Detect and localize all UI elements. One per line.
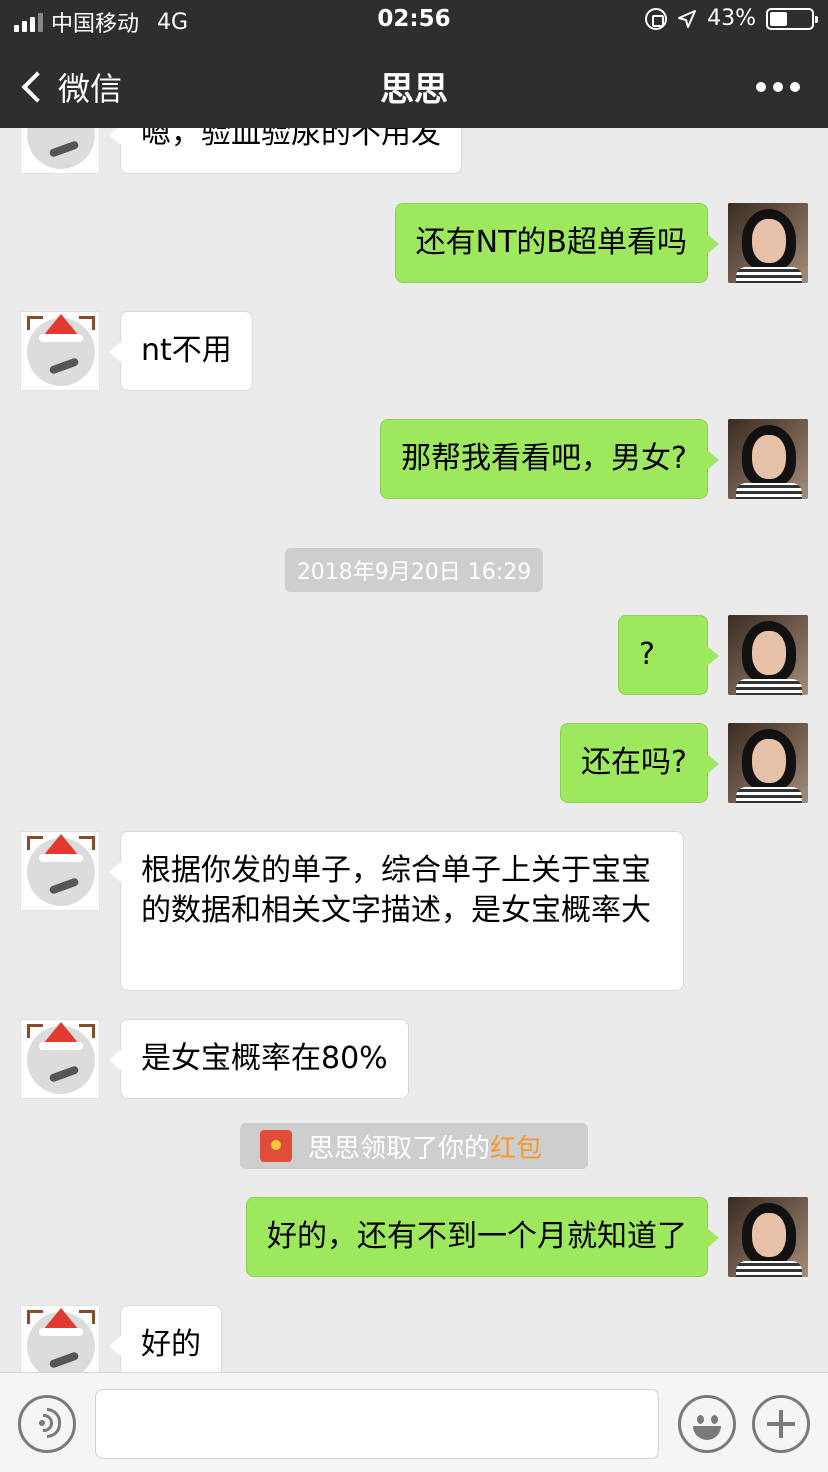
my-avatar[interactable] bbox=[728, 723, 808, 803]
dot-icon bbox=[773, 82, 783, 92]
chat-title: 思思 bbox=[380, 70, 448, 110]
my-avatar[interactable] bbox=[728, 419, 808, 499]
message-bubble-received[interactable]: nt不用 bbox=[109, 311, 253, 391]
nav-bar: 微信 思思 bbox=[0, 40, 828, 128]
message-bubble-sent[interactable]: 还有NT的B超单看吗 bbox=[394, 203, 720, 283]
contact-avatar[interactable] bbox=[20, 1305, 100, 1372]
my-avatar[interactable] bbox=[728, 203, 808, 283]
dot-icon bbox=[790, 82, 800, 92]
input-bar bbox=[0, 1372, 828, 1472]
message-bubble-sent[interactable]: 那帮我看看吧，男女? bbox=[380, 419, 719, 499]
message-bubble-sent[interactable]: 好的，还有不到一个月就知道了 bbox=[246, 1197, 719, 1277]
emoji-icon bbox=[697, 1415, 704, 1424]
message-bubble-sent[interactable]: 还在吗? bbox=[560, 723, 719, 803]
status-right: 43% bbox=[645, 6, 818, 31]
plus-button[interactable] bbox=[752, 1395, 810, 1453]
battery-percent: 43% bbox=[707, 6, 756, 31]
message-bubble-received[interactable]: 嗯，验血验尿的不用发 bbox=[109, 128, 462, 174]
message-bubble-sent[interactable]: ? bbox=[618, 615, 719, 695]
message-bubble-received[interactable]: 好的 bbox=[109, 1305, 222, 1372]
message-bubble-received[interactable]: 根据你发的单子，综合单子上关于宝宝的数据和相关文字描述，是女宝概率大 bbox=[109, 831, 684, 991]
status-bar: 中国移动 4G 02:56 43% bbox=[0, 0, 828, 40]
red-packet-notice-text: 思思领取了你的 bbox=[308, 1133, 491, 1164]
contact-avatar[interactable] bbox=[20, 831, 100, 911]
chat-area[interactable]: 嗯，验血验尿的不用发 还有NT的B超单看吗 nt不用 那帮我看看吧，男女? 20… bbox=[0, 128, 828, 1372]
orientation-lock-icon bbox=[645, 7, 668, 30]
timestamp-label: 2018年9月20日 16:29 bbox=[284, 548, 544, 592]
contact-avatar[interactable] bbox=[20, 311, 100, 391]
my-avatar[interactable] bbox=[728, 1197, 808, 1277]
red-packet-link[interactable]: 红包 bbox=[490, 1128, 542, 1165]
more-button[interactable] bbox=[756, 82, 800, 92]
battery-icon bbox=[766, 7, 818, 30]
location-arrow-icon bbox=[678, 9, 697, 28]
voice-button[interactable] bbox=[18, 1395, 76, 1453]
contact-avatar[interactable] bbox=[20, 128, 100, 174]
emoji-button[interactable] bbox=[678, 1395, 736, 1453]
dot-icon bbox=[756, 82, 766, 92]
red-packet-notice[interactable]: 思思领取了你的 红包 bbox=[240, 1123, 588, 1169]
contact-avatar[interactable] bbox=[20, 1019, 100, 1099]
red-packet-icon bbox=[260, 1130, 292, 1162]
my-avatar[interactable] bbox=[728, 615, 808, 695]
message-bubble-received[interactable]: 是女宝概率在80% bbox=[109, 1019, 409, 1099]
message-input[interactable] bbox=[95, 1389, 659, 1459]
